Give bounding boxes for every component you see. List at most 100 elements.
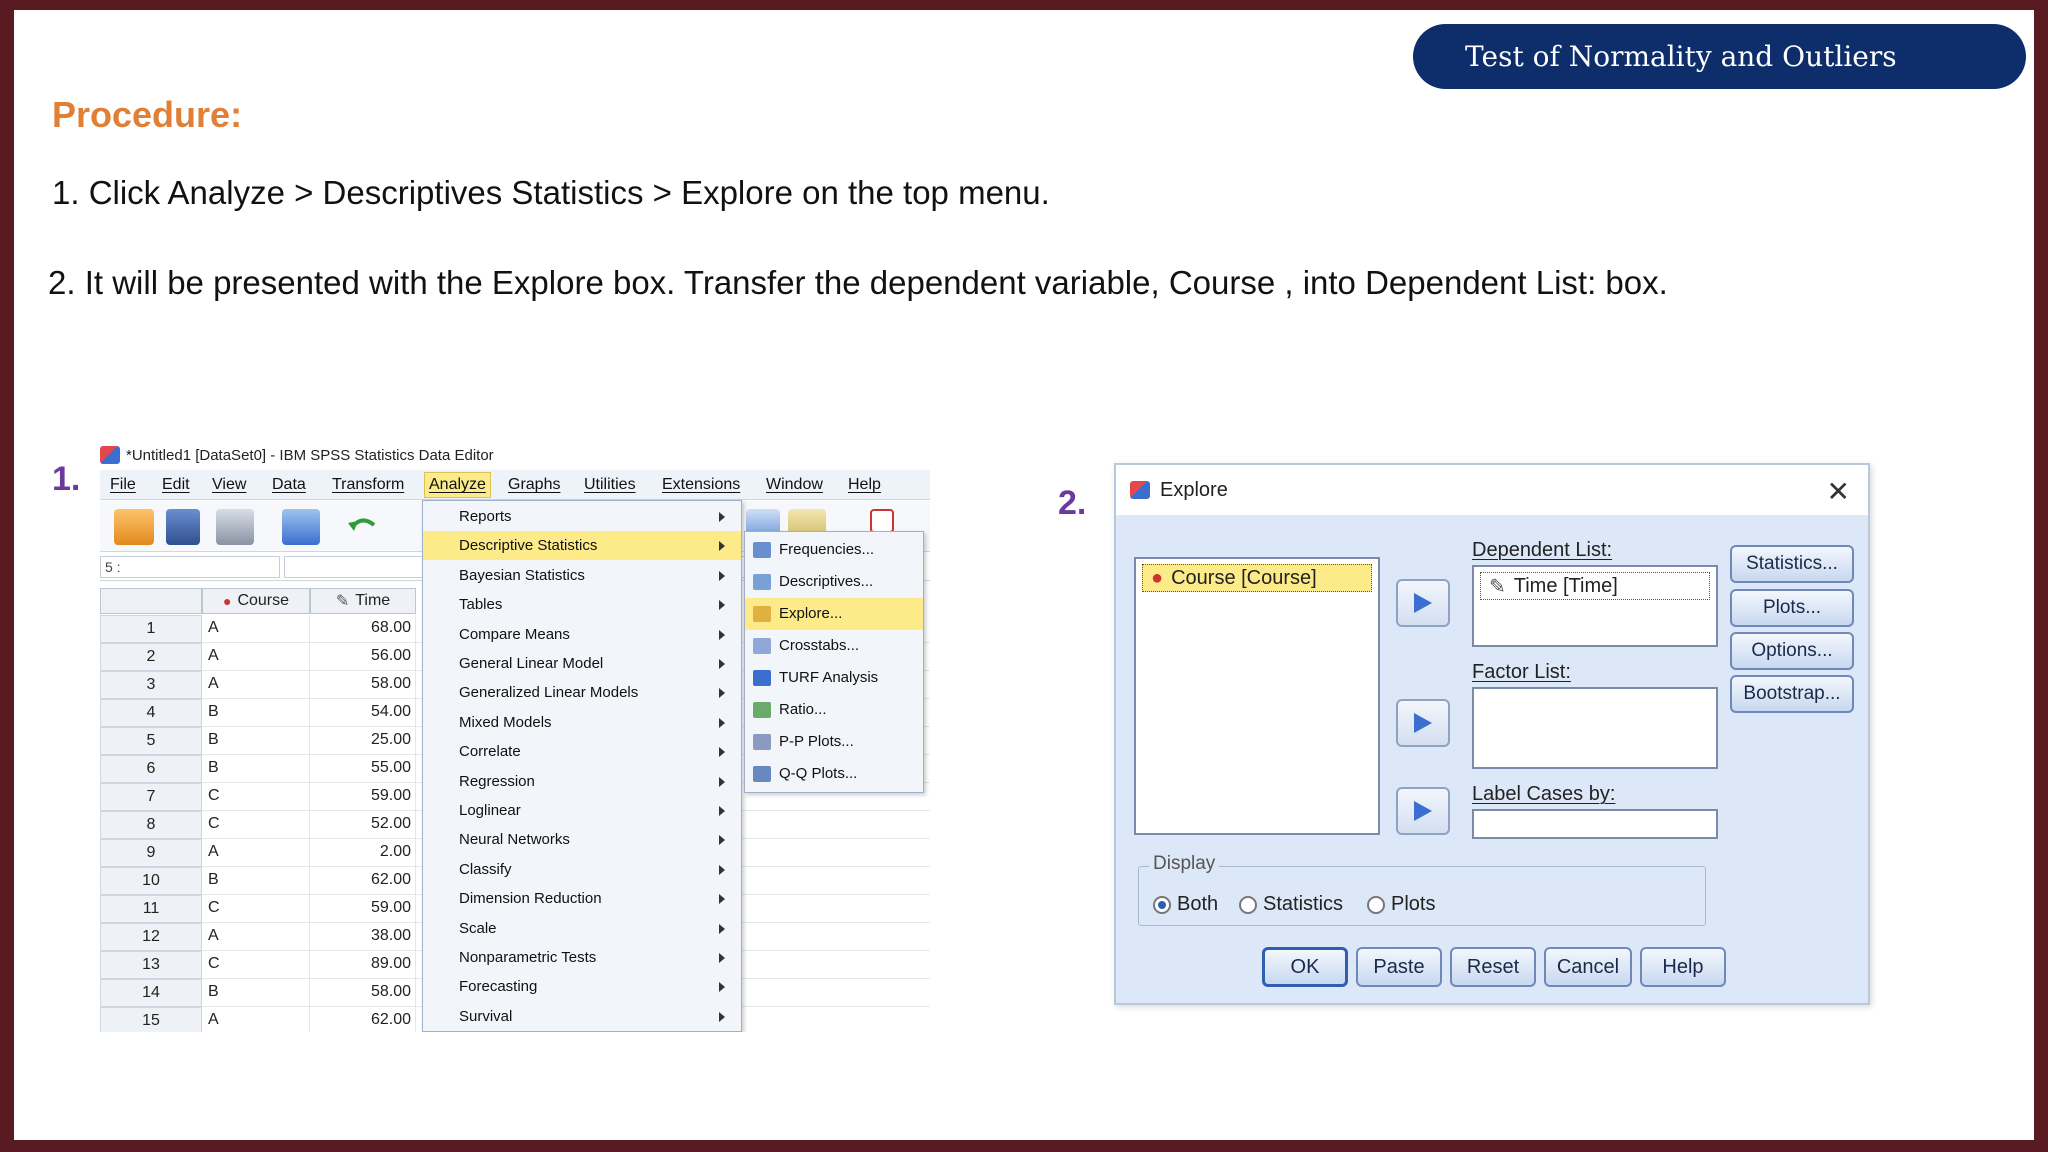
descriptives-submenu-item[interactable]: Crosstabs... xyxy=(745,630,923,662)
descriptives-submenu-item[interactable]: TURF Analysis xyxy=(745,662,923,694)
save-icon[interactable] xyxy=(166,509,200,545)
menu-view[interactable]: View xyxy=(212,476,246,494)
cancel-button[interactable]: Cancel xyxy=(1544,947,1632,987)
analyze-menu-item[interactable]: Forecasting xyxy=(423,972,741,1001)
row-number[interactable]: 4 xyxy=(100,699,202,727)
cell-course[interactable]: A xyxy=(202,839,310,867)
cell-course[interactable]: C xyxy=(202,783,310,811)
cell-time[interactable]: 89.00 xyxy=(310,951,416,979)
cell-course[interactable]: C xyxy=(202,895,310,923)
plots-button[interactable]: Plots... xyxy=(1730,589,1854,627)
analyze-menu-item[interactable]: Scale xyxy=(423,914,741,943)
analyze-menu-item[interactable]: Generalized Linear Models xyxy=(423,678,741,707)
list-item[interactable]: ● Course [Course] xyxy=(1142,564,1372,592)
open-folder-icon[interactable] xyxy=(114,509,154,545)
analyze-menu-item[interactable]: Bayesian Statistics xyxy=(423,561,741,590)
radio-both[interactable]: Both xyxy=(1153,893,1218,916)
analyze-menu-item[interactable]: Nonparametric Tests xyxy=(423,943,741,972)
move-to-dependent-button[interactable] xyxy=(1396,579,1450,627)
analyze-menu-item[interactable]: Compare Means xyxy=(423,620,741,649)
cell-time[interactable]: 59.00 xyxy=(310,895,416,923)
menu-utilities[interactable]: Utilities xyxy=(584,476,636,494)
ok-button[interactable]: OK xyxy=(1262,947,1348,987)
move-to-factor-button[interactable] xyxy=(1396,699,1450,747)
reset-button[interactable]: Reset xyxy=(1450,947,1536,987)
close-icon[interactable]: ✕ xyxy=(1827,475,1850,508)
move-to-label-cases-button[interactable] xyxy=(1396,787,1450,835)
menu-data[interactable]: Data xyxy=(272,476,306,494)
cell-course[interactable]: A xyxy=(202,615,310,643)
bootstrap-button[interactable]: Bootstrap... xyxy=(1730,675,1854,713)
cell-course[interactable]: C xyxy=(202,951,310,979)
cell-course[interactable]: B xyxy=(202,727,310,755)
row-number[interactable]: 14 xyxy=(100,979,202,1007)
menu-edit[interactable]: Edit xyxy=(162,476,190,494)
factor-list-box[interactable] xyxy=(1472,687,1718,769)
options-button[interactable]: Options... xyxy=(1730,632,1854,670)
cell-time[interactable]: 38.00 xyxy=(310,923,416,951)
descriptives-submenu-item[interactable]: Explore... xyxy=(745,598,923,630)
analyze-menu-item[interactable]: Correlate xyxy=(423,737,741,766)
list-item[interactable]: ✎ Time [Time] xyxy=(1480,572,1710,600)
descriptives-submenu-item[interactable]: P-P Plots... xyxy=(745,726,923,758)
label-cases-field[interactable] xyxy=(1472,809,1718,839)
row-number[interactable]: 9 xyxy=(100,839,202,867)
cell-course[interactable]: B xyxy=(202,867,310,895)
radio-statistics[interactable]: Statistics xyxy=(1239,893,1343,916)
row-number[interactable]: 6 xyxy=(100,755,202,783)
cell-time[interactable]: 62.00 xyxy=(310,1007,416,1032)
analyze-menu-item[interactable]: Loglinear xyxy=(423,796,741,825)
cell-time[interactable]: 25.00 xyxy=(310,727,416,755)
descriptives-submenu-item[interactable]: Q-Q Plots... xyxy=(745,758,923,790)
analyze-menu-item[interactable]: Descriptive Statistics xyxy=(423,531,741,561)
cell-course[interactable]: A xyxy=(202,643,310,671)
analyze-menu-item[interactable]: General Linear Model xyxy=(423,649,741,678)
print-icon[interactable] xyxy=(216,509,254,545)
cell-course[interactable]: B xyxy=(202,755,310,783)
dialog-recall-icon[interactable] xyxy=(282,509,320,545)
cell-course[interactable]: A xyxy=(202,671,310,699)
row-number[interactable]: 11 xyxy=(100,895,202,923)
menu-extensions[interactable]: Extensions xyxy=(662,476,740,494)
cell-course[interactable]: A xyxy=(202,923,310,951)
source-variable-list[interactable]: ● Course [Course] xyxy=(1134,557,1380,835)
cell-time[interactable]: 54.00 xyxy=(310,699,416,727)
menu-file[interactable]: File xyxy=(110,476,136,494)
row-number[interactable]: 5 xyxy=(100,727,202,755)
analyze-menu-item[interactable]: Regression xyxy=(423,767,741,796)
cell-course[interactable]: B xyxy=(202,699,310,727)
cell-time[interactable]: 55.00 xyxy=(310,755,416,783)
cell-time[interactable]: 59.00 xyxy=(310,783,416,811)
radio-plots[interactable]: Plots xyxy=(1367,893,1435,916)
analyze-menu-item[interactable]: Classify xyxy=(423,855,741,884)
row-number[interactable]: 2 xyxy=(100,643,202,671)
cell-course[interactable]: C xyxy=(202,811,310,839)
cell-time[interactable]: 62.00 xyxy=(310,867,416,895)
cell-time[interactable]: 2.00 xyxy=(310,839,416,867)
menu-transform[interactable]: Transform xyxy=(332,476,404,494)
descriptives-submenu-item[interactable]: Frequencies... xyxy=(745,534,923,566)
analyze-menu-item[interactable]: Tables xyxy=(423,590,741,619)
column-header-time[interactable]: ✎ Time xyxy=(310,588,416,614)
menu-analyze[interactable]: Analyze xyxy=(424,472,491,498)
cell-course[interactable]: B xyxy=(202,979,310,1007)
row-number[interactable]: 8 xyxy=(100,811,202,839)
menu-help[interactable]: Help xyxy=(848,476,881,494)
cell-time[interactable]: 68.00 xyxy=(310,615,416,643)
row-number[interactable]: 15 xyxy=(100,1007,202,1032)
statistics-button[interactable]: Statistics... xyxy=(1730,545,1854,583)
paste-button[interactable]: Paste xyxy=(1356,947,1442,987)
analyze-menu-item[interactable]: Dimension Reduction xyxy=(423,884,741,913)
cell-time[interactable]: 58.00 xyxy=(310,979,416,1007)
row-number[interactable]: 10 xyxy=(100,867,202,895)
text-a-icon[interactable] xyxy=(870,509,894,533)
analyze-menu-item[interactable]: Reports xyxy=(423,502,741,531)
cell-time[interactable]: 52.00 xyxy=(310,811,416,839)
descriptives-submenu-item[interactable]: Ratio... xyxy=(745,694,923,726)
menu-window[interactable]: Window xyxy=(766,476,823,494)
descriptives-submenu-item[interactable]: Descriptives... xyxy=(745,566,923,598)
row-number[interactable]: 3 xyxy=(100,671,202,699)
cell-time[interactable]: 56.00 xyxy=(310,643,416,671)
undo-icon[interactable] xyxy=(344,509,380,545)
help-button[interactable]: Help xyxy=(1640,947,1726,987)
